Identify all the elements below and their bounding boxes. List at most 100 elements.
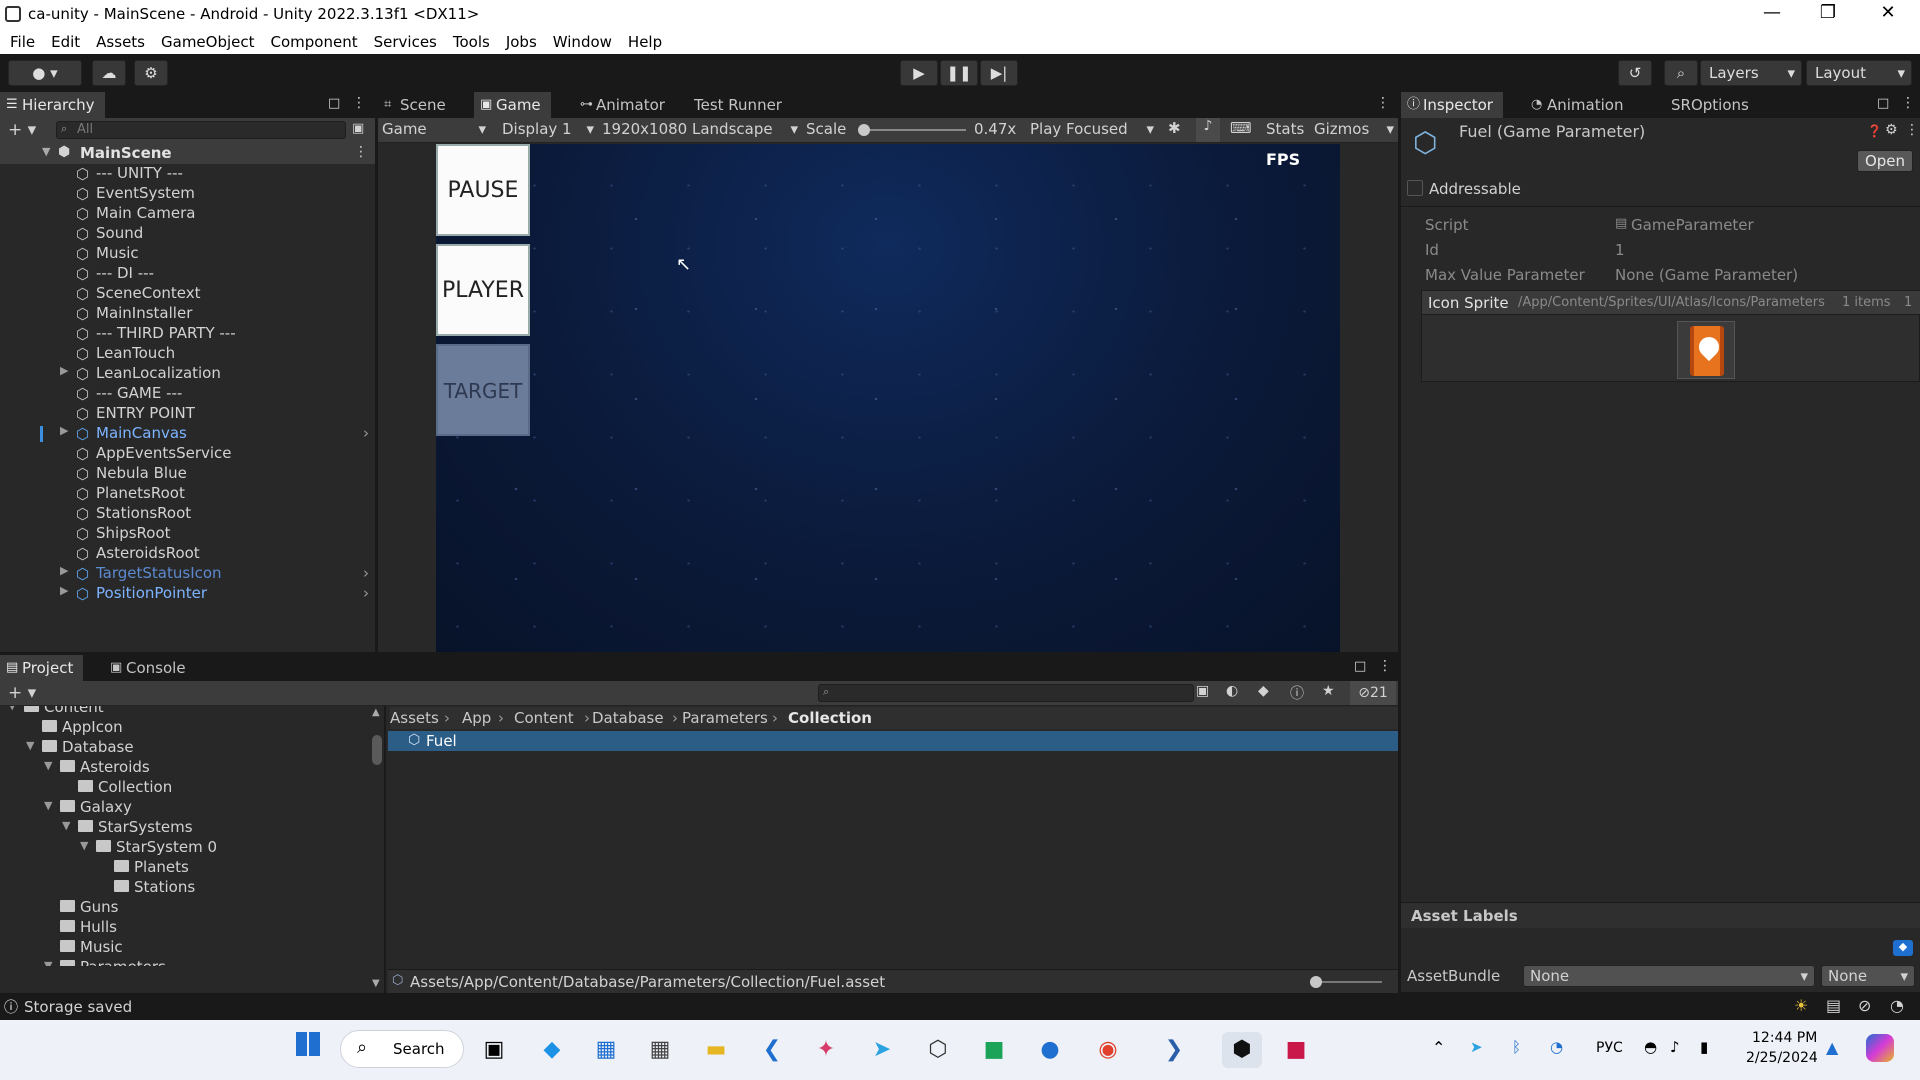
menu-assets[interactable]: Assets	[92, 31, 149, 53]
breadcrumb-database[interactable]: Database	[592, 709, 664, 727]
stats-button[interactable]: Stats	[1266, 120, 1304, 138]
hierarchy-search-input[interactable]: ⌕ All	[56, 121, 346, 139]
hierarchy-item[interactable]: ▶ ⬡ TargetStatusIcon ›	[0, 564, 375, 584]
folder-tree-item[interactable]: ▼ StarSystem 0	[0, 838, 370, 858]
menu-tools[interactable]: Tools	[449, 31, 494, 53]
windows-start-icon[interactable]	[288, 1032, 328, 1068]
assetbundle-dropdown[interactable]: None ▾	[1523, 965, 1815, 987]
scroll-up-icon[interactable]: ▲	[372, 707, 380, 718]
settings-icon[interactable]: ⚙	[1885, 122, 1898, 138]
kebab-menu-icon[interactable]: ⋮	[352, 95, 366, 111]
add-icon[interactable]: + ▾	[8, 120, 36, 140]
lock-icon[interactable]: □	[1354, 659, 1366, 674]
menu-window[interactable]: Window	[549, 31, 616, 53]
folder-tree-item[interactable]: ▼ Galaxy	[0, 798, 370, 818]
folder-tree-item[interactable]: ▼ Database	[0, 738, 370, 758]
clock-date[interactable]: 2/25/2024	[1746, 1050, 1818, 1066]
tab-sroptions[interactable]: SROptions	[1661, 92, 1759, 118]
mute-audio-icon[interactable]: ♪	[1196, 118, 1220, 142]
folder-tree-item[interactable]: AppIcon	[0, 718, 370, 738]
clock-time[interactable]: 12:44 PM	[1752, 1030, 1817, 1046]
rider-icon[interactable]: ■	[1276, 1032, 1316, 1068]
expand-arrow-icon[interactable]: ▶	[60, 364, 68, 377]
hierarchy-item[interactable]: ⬡ ShipsRoot	[0, 524, 375, 544]
icon-size-slider[interactable]	[1310, 976, 1382, 988]
expand-arrow-icon[interactable]: ▼	[26, 739, 34, 752]
input-language[interactable]: РУС	[1596, 1040, 1623, 1056]
player-button[interactable]: PLAYER	[436, 244, 530, 336]
hierarchy-item[interactable]: ⬡ --- UNITY ---	[0, 164, 375, 184]
folder-tree-item[interactable]: ▼ Content	[0, 706, 370, 718]
hierarchy-item[interactable]: ⬡ SceneContext	[0, 284, 375, 304]
battery-icon[interactable]: ▮	[1700, 1038, 1708, 1056]
icon-sprite-count[interactable]: 1	[1904, 295, 1912, 310]
label-tag-icon[interactable]: ◆	[1893, 940, 1913, 956]
collab-status-icon[interactable]: ◔	[1890, 996, 1904, 1015]
expand-arrow-icon[interactable]: ▼	[62, 819, 70, 832]
open-prefab-icon[interactable]: ›	[363, 584, 369, 602]
assetbundle-variant-dropdown[interactable]: None ▾	[1821, 965, 1915, 987]
field-script-value[interactable]: GameParameter	[1631, 216, 1754, 234]
telegram-tray-icon[interactable]: ➤	[1470, 1038, 1483, 1056]
breadcrumb-assets[interactable]: Assets	[390, 709, 439, 727]
close-button[interactable]: ✕	[1860, 2, 1916, 28]
collab-icon[interactable]: ⚙	[134, 60, 168, 86]
history-icon[interactable]: ↺	[1618, 60, 1652, 86]
menu-component[interactable]: Component	[267, 31, 362, 53]
copilot-icon[interactable]	[1866, 1034, 1894, 1062]
telegram-icon[interactable]: ➤	[862, 1032, 902, 1068]
menu-edit[interactable]: Edit	[47, 31, 84, 53]
taskbar-search[interactable]: ⌕ Search	[340, 1030, 464, 1068]
scale-slider[interactable]	[858, 124, 966, 136]
breadcrumb-parameters[interactable]: Parameters	[682, 709, 768, 727]
kebab-menu-icon[interactable]: ⋮	[1376, 95, 1390, 111]
tab-test-runner[interactable]: Test Runner	[684, 92, 792, 118]
open-button[interactable]: Open	[1857, 150, 1913, 172]
tab-animator[interactable]: ⊶ Animator	[574, 92, 675, 118]
keepass-icon[interactable]: ●	[1030, 1032, 1070, 1068]
hierarchy-item[interactable]: ⬡ EventSystem	[0, 184, 375, 204]
edge-tray-icon[interactable]: ◔	[1550, 1038, 1563, 1056]
open-prefab-icon[interactable]: ›	[363, 564, 369, 582]
chrome-icon[interactable]: ◉	[1088, 1032, 1128, 1068]
scene-search-icon[interactable]: ▣	[352, 121, 364, 136]
pause-button[interactable]: ❚❚	[940, 60, 978, 86]
hierarchy-item[interactable]: ⬡ AsteroidsRoot	[0, 544, 375, 564]
folder-tree-item[interactable]: Guns	[0, 898, 370, 918]
expand-arrow-icon[interactable]: ▼	[80, 839, 88, 852]
hierarchy-item[interactable]: ⬡ ENTRY POINT	[0, 404, 375, 424]
field-max-value-value[interactable]: None (Game Parameter)	[1615, 266, 1798, 284]
calculator-icon[interactable]: ▦	[640, 1032, 680, 1068]
hidden-packages-toggle[interactable]: ⊘21	[1350, 681, 1396, 705]
hierarchy-item[interactable]: ⬡ Sound	[0, 224, 375, 244]
hierarchy-item[interactable]: ▶ ⬡ LeanLocalization	[0, 364, 375, 384]
lock-icon[interactable]: □	[1877, 96, 1889, 111]
notification-bell-icon[interactable]: ▲	[1826, 1038, 1838, 1057]
project-search-input[interactable]: ⌕	[818, 684, 1194, 702]
breadcrumb-content[interactable]: Content	[514, 709, 574, 727]
slider-thumb[interactable]	[1310, 976, 1322, 988]
tab-game[interactable]: ▣ Game	[474, 92, 551, 118]
keyboard-icon[interactable]: ⌨	[1230, 119, 1252, 137]
unity-editor-icon[interactable]: ⬢	[1222, 1032, 1262, 1068]
folder-tree-item[interactable]: ▼ Parameters	[0, 958, 370, 966]
expand-arrow-icon[interactable]: ▼	[44, 799, 52, 812]
folder-tree-item[interactable]: ▼ StarSystems	[0, 818, 370, 838]
kebab-menu-icon[interactable]: ⋮	[1378, 658, 1392, 674]
file-explorer-icon[interactable]: ▬	[696, 1032, 736, 1068]
cloud-icon[interactable]: ☁	[92, 60, 126, 86]
expand-arrow-icon[interactable]: ▶	[60, 564, 68, 577]
hierarchy-item[interactable]: ⬡ Main Camera	[0, 204, 375, 224]
kebab-menu-icon[interactable]: ⋮	[354, 144, 368, 160]
pause-button[interactable]: PAUSE	[436, 144, 530, 236]
light-bake-icon[interactable]: ☀	[1794, 996, 1808, 1015]
lock-icon[interactable]: □	[328, 96, 340, 111]
network-icon[interactable]: ⊘	[1858, 996, 1871, 1015]
bug-icon[interactable]: ✱	[1168, 119, 1181, 137]
folder-tree-item[interactable]: Stations	[0, 878, 370, 898]
hierarchy-item[interactable]: ⬡ Music	[0, 244, 375, 264]
filter-by-type-icon[interactable]: ◐	[1226, 683, 1238, 699]
hierarchy-item[interactable]: ⬡ --- THIRD PARTY ---	[0, 324, 375, 344]
hierarchy-item[interactable]: ⬡ Nebula Blue	[0, 464, 375, 484]
tab-scene[interactable]: ⌗ Scene	[378, 92, 456, 118]
